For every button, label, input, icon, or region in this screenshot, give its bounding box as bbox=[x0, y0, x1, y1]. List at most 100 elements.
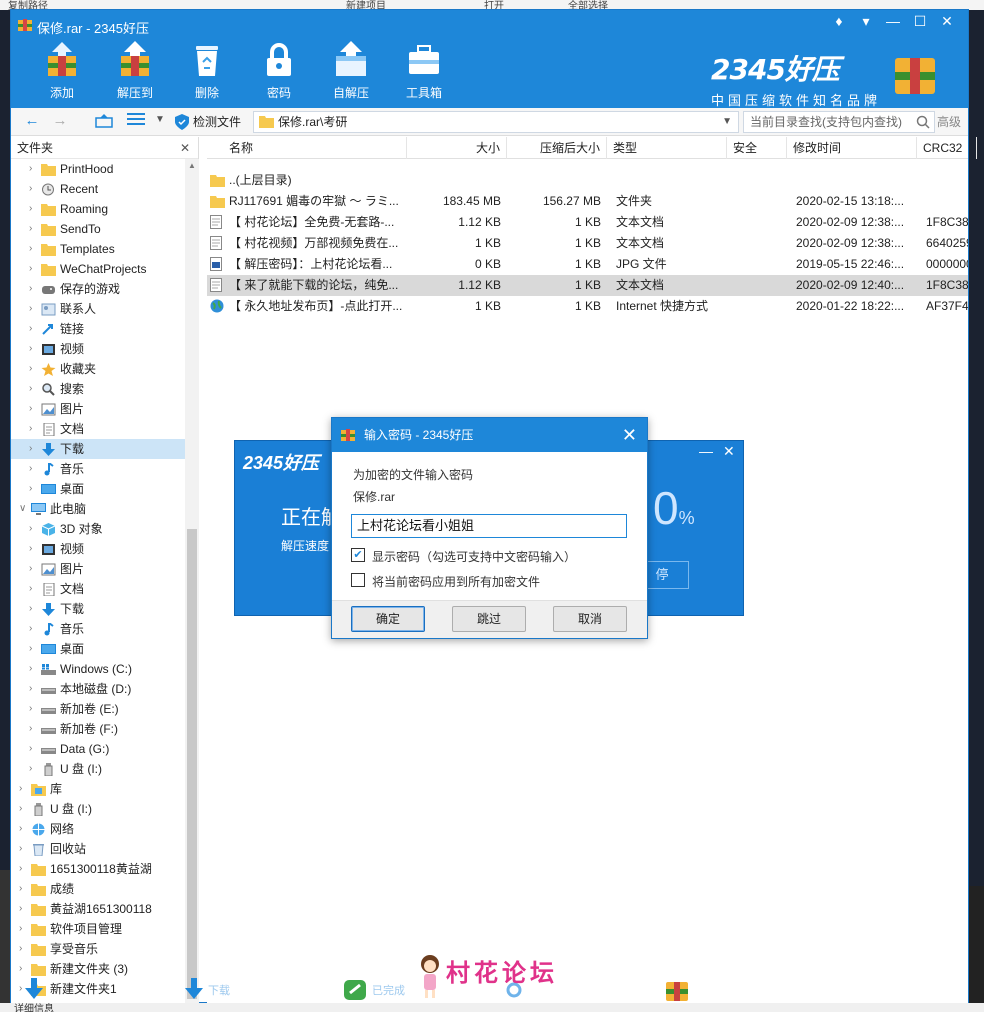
tree-expand-icon[interactable]: › bbox=[19, 899, 29, 919]
tree-expand-icon[interactable]: › bbox=[29, 559, 39, 579]
table-row[interactable]: 【 村花论坛】全免费-无套路-... 1.12 KB 1 KB 文本文档 2020-02… bbox=[207, 212, 968, 233]
sidebar-item-6[interactable]: › 保存的游戏 bbox=[11, 279, 185, 299]
password-input[interactable]: 上村花论坛看小姐姐 bbox=[351, 514, 627, 538]
sidebar-item-28[interactable]: › 新加卷 (F:) bbox=[11, 719, 185, 739]
progress-close-button[interactable]: ✕ bbox=[723, 443, 735, 460]
sidebar-item-7[interactable]: › 联系人 bbox=[11, 299, 185, 319]
sidebar-item-11[interactable]: › 搜索 bbox=[11, 379, 185, 399]
column-size[interactable]: 大小 bbox=[407, 137, 507, 159]
table-row[interactable]: 【 永久地址发布页】-点此打开... 1 KB 1 KB Internet 快捷方式 2… bbox=[207, 296, 968, 317]
apply-all-label[interactable]: 将当前密码应用到所有加密文件 bbox=[372, 573, 540, 590]
tree-expand-icon[interactable]: › bbox=[19, 879, 29, 899]
tree-expand-icon[interactable]: › bbox=[29, 399, 39, 419]
view-dropdown-icon[interactable]: ▼ bbox=[149, 114, 171, 134]
tree-expand-icon[interactable]: › bbox=[19, 799, 29, 819]
toolbar-password-button[interactable]: 密码 bbox=[244, 40, 314, 101]
tree-expand-icon[interactable]: › bbox=[29, 339, 39, 359]
sidebar-item-29[interactable]: › Data (G:) bbox=[11, 739, 185, 759]
table-row[interactable]: RJ117691 媚毒の牢獄 ～ ラミ... 183.45 MB 156.27 MB… bbox=[207, 191, 968, 212]
tree-expand-icon[interactable]: › bbox=[29, 359, 39, 379]
sidebar-item-21[interactable]: › 文档 bbox=[11, 579, 185, 599]
sidebar-item-38[interactable]: › 软件项目管理 bbox=[11, 919, 185, 939]
sidebar-item-40[interactable]: › 新建文件夹 (3) bbox=[11, 959, 185, 979]
tree-expand-icon[interactable]: › bbox=[19, 839, 29, 859]
maximize-button[interactable]: ☐ bbox=[907, 13, 933, 30]
tree-expand-icon[interactable]: › bbox=[29, 739, 39, 759]
sidebar-item-12[interactable]: › 图片 bbox=[11, 399, 185, 419]
menu-dropdown-icon[interactable]: ▾ bbox=[853, 13, 879, 30]
column-security[interactable]: 安全 bbox=[727, 137, 787, 159]
tree-expand-icon[interactable]: › bbox=[29, 459, 39, 479]
column-packed-size[interactable]: 压缩后大小 bbox=[507, 137, 607, 159]
view-list-icon[interactable] bbox=[125, 112, 147, 132]
table-row[interactable]: ..(上层目录) bbox=[207, 170, 968, 191]
tree-expand-icon[interactable]: › bbox=[29, 599, 39, 619]
tree-expand-icon[interactable]: ∨ bbox=[19, 499, 29, 519]
skip-button[interactable]: 跳过 bbox=[452, 606, 526, 632]
sidebar-item-15[interactable]: › 音乐 bbox=[11, 459, 185, 479]
tree-expand-icon[interactable]: › bbox=[29, 439, 39, 459]
sidebar-item-1[interactable]: › Recent bbox=[11, 179, 185, 199]
tree-expand-icon[interactable]: › bbox=[19, 959, 29, 979]
sidebar-item-25[interactable]: › Windows (C:) bbox=[11, 659, 185, 679]
path-dropdown-icon[interactable]: ▼ bbox=[722, 112, 732, 132]
tree-expand-icon[interactable]: › bbox=[19, 859, 29, 879]
sidebar-item-17[interactable]: ∨ 此电脑 bbox=[11, 499, 185, 519]
tree-expand-icon[interactable]: › bbox=[29, 239, 39, 259]
sidebar-item-10[interactable]: › 收藏夹 bbox=[11, 359, 185, 379]
advanced-search-button[interactable]: 高级 bbox=[937, 111, 967, 133]
sidebar-item-19[interactable]: › 视频 bbox=[11, 539, 185, 559]
tree-expand-icon[interactable]: › bbox=[29, 519, 39, 539]
close-button[interactable]: ✕ bbox=[934, 13, 960, 30]
back-arrow-icon[interactable]: ← bbox=[21, 112, 43, 132]
sidebar-item-2[interactable]: › Roaming bbox=[11, 199, 185, 219]
sidebar-item-5[interactable]: › WeChatProjects bbox=[11, 259, 185, 279]
sidebar-item-33[interactable]: › 网络 bbox=[11, 819, 185, 839]
toolbar-add-button[interactable]: 添加 bbox=[27, 40, 97, 101]
progress-minimize-button[interactable]: — bbox=[699, 443, 713, 459]
password-dialog-close-icon[interactable]: ✕ bbox=[622, 418, 637, 452]
sidebar-item-30[interactable]: › U 盘 (I:) bbox=[11, 759, 185, 779]
toolbar-toolbox-button[interactable]: 工具箱 bbox=[389, 40, 459, 101]
tree-expand-icon[interactable]: › bbox=[29, 419, 39, 439]
tree-expand-icon[interactable]: › bbox=[29, 259, 39, 279]
sidebar-item-37[interactable]: › 黄益湖1651300118 bbox=[11, 899, 185, 919]
ok-button[interactable]: 确定 bbox=[351, 606, 425, 632]
tree-expand-icon[interactable]: › bbox=[29, 619, 39, 639]
tree-expand-icon[interactable]: › bbox=[29, 299, 39, 319]
cancel-button[interactable]: 取消 bbox=[553, 606, 627, 632]
column-modified[interactable]: 修改时间 bbox=[787, 137, 917, 159]
skin-icon[interactable]: ♦ bbox=[826, 13, 852, 29]
scroll-up-icon[interactable]: ▲ bbox=[188, 161, 196, 170]
column-crc32[interactable]: CRC32 bbox=[917, 137, 977, 159]
sidebar-scroll-thumb[interactable] bbox=[187, 529, 197, 999]
sidebar-item-20[interactable]: › 图片 bbox=[11, 559, 185, 579]
toolbar-delete-button[interactable]: 删除 bbox=[172, 40, 242, 101]
sidebar-item-36[interactable]: › 成绩 bbox=[11, 879, 185, 899]
sidebar-item-35[interactable]: › 1651300118黄益湖 bbox=[11, 859, 185, 879]
sidebar-item-32[interactable]: › U 盘 (I:) bbox=[11, 799, 185, 819]
sidebar-item-14[interactable]: › 下载 bbox=[11, 439, 185, 459]
sidebar-item-34[interactable]: › 回收站 bbox=[11, 839, 185, 859]
toolbar-self-extract-button[interactable]: 自解压 bbox=[316, 40, 386, 101]
table-row[interactable]: 【 村花视频】万部视频免费在... 1 KB 1 KB 文本文档 2020-02-09 … bbox=[207, 233, 968, 254]
tree-expand-icon[interactable]: › bbox=[29, 279, 39, 299]
column-name[interactable]: 名称 bbox=[207, 137, 407, 159]
tree-expand-icon[interactable]: › bbox=[29, 319, 39, 339]
sidebar-close-icon[interactable]: ✕ bbox=[180, 137, 190, 159]
forward-arrow-icon[interactable]: → bbox=[49, 112, 71, 132]
path-field[interactable]: 保修.rar\考研 ▼ bbox=[253, 111, 739, 133]
tree-expand-icon[interactable]: › bbox=[29, 379, 39, 399]
search-icon[interactable] bbox=[916, 115, 930, 129]
tree-expand-icon[interactable]: › bbox=[29, 179, 39, 199]
sidebar-item-24[interactable]: › 桌面 bbox=[11, 639, 185, 659]
sidebar-item-23[interactable]: › 音乐 bbox=[11, 619, 185, 639]
sidebar-item-0[interactable]: › PrintHood bbox=[11, 159, 185, 179]
show-password-label[interactable]: 显示密码（勾选可支持中文密码输入） bbox=[372, 548, 576, 565]
minimize-button[interactable]: — bbox=[880, 13, 906, 29]
sidebar-item-26[interactable]: › 本地磁盘 (D:) bbox=[11, 679, 185, 699]
sidebar-item-18[interactable]: › 3D 对象 bbox=[11, 519, 185, 539]
tree-expand-icon[interactable]: › bbox=[29, 639, 39, 659]
tree-expand-icon[interactable]: › bbox=[19, 819, 29, 839]
sidebar-item-22[interactable]: › 下载 bbox=[11, 599, 185, 619]
